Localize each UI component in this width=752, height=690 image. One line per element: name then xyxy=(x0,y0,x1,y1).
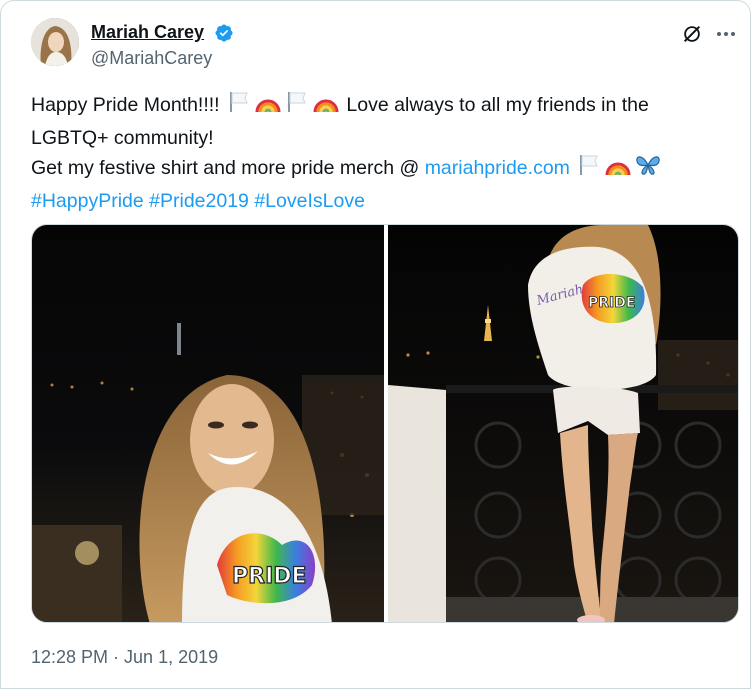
white-flag-icon xyxy=(577,153,601,186)
verified-badge-icon xyxy=(215,24,233,42)
hashtag-pride2019[interactable]: #Pride2019 xyxy=(149,190,249,212)
author-name[interactable]: Mariah Carey xyxy=(91,22,204,43)
rainbow-icon xyxy=(605,153,631,186)
hashtag-loveislove[interactable]: #LoveIsLove xyxy=(254,190,365,212)
white-flag-icon xyxy=(285,90,309,123)
svg-text:PRIDE: PRIDE xyxy=(588,295,635,311)
merch-link[interactable]: mariahpride.com xyxy=(425,157,570,179)
media-grid: PRIDE PRIDE Mariah xyxy=(31,224,739,623)
avatar[interactable] xyxy=(31,18,79,66)
tweet-text-segment: Love always to all my friends in the xyxy=(341,94,649,116)
grok-icon[interactable] xyxy=(681,23,703,45)
tweet-timestamp[interactable]: 12:28 PM · Jun 1, 2019 xyxy=(31,647,218,668)
white-flag-icon xyxy=(227,90,251,123)
tweet-card: Mariah Carey @MariahCarey Happy Pride Mo… xyxy=(0,0,751,689)
svg-text:PRIDE: PRIDE xyxy=(232,564,307,589)
photo-left[interactable]: PRIDE xyxy=(32,225,384,623)
photo-right[interactable]: PRIDE Mariah xyxy=(388,225,739,623)
tweet-hashtags: #HappyPride #Pride2019 #LoveIsLove xyxy=(31,186,731,216)
rainbow-icon xyxy=(255,90,281,123)
tweet-line-1: Happy Pride Month!!!! Love always to all… xyxy=(31,90,731,123)
tweet-text-segment: Get my festive shirt and more pride merc… xyxy=(31,157,425,179)
tweet-text-segment: Happy Pride Month!!!! xyxy=(31,94,226,116)
butterfly-icon xyxy=(635,153,661,186)
tweet-line-2: LGBTQ+ community! xyxy=(31,127,214,149)
more-icon[interactable] xyxy=(715,25,737,43)
rainbow-icon xyxy=(313,90,339,123)
tweet-line-3: Get my festive shirt and more pride merc… xyxy=(31,153,731,186)
tweet-text: Happy Pride Month!!!! Love always to all… xyxy=(31,90,731,216)
hashtag-happypride[interactable]: #HappyPride xyxy=(31,190,144,212)
author-handle[interactable]: @MariahCarey xyxy=(91,48,212,69)
